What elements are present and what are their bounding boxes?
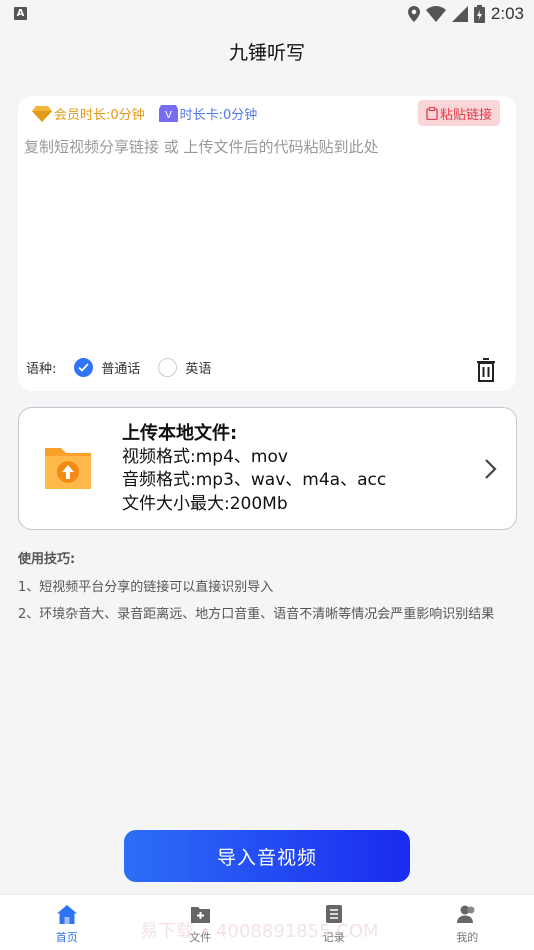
tab-label: 文件 <box>189 931 212 944</box>
radio-checked-icon <box>74 358 94 377</box>
wifi-icon <box>425 6 446 22</box>
bottom-tab-bar: 首页 文件 记录 我的 <box>0 894 534 950</box>
card-duration-text: 时长卡:0分钟 <box>179 108 258 123</box>
clock: 2:03 <box>490 4 524 23</box>
upload-local-file-card[interactable]: 上传本地文件: 视频格式:mp4、mov 音频格式:mp3、wav、m4a、ac… <box>18 407 517 530</box>
tip-item: 1、短视频平台分享的链接可以直接识别导入 <box>18 580 274 595</box>
card-duration-badge: V 时长卡:0分钟 <box>158 104 258 123</box>
tab-files[interactable]: 文件 <box>134 895 268 950</box>
link-textarea[interactable] <box>24 136 494 336</box>
audio-formats: 音频格式:mp3、wav、m4a、acc <box>122 470 387 490</box>
upload-title: 上传本地文件: <box>122 423 238 444</box>
file-icon <box>190 907 210 923</box>
record-icon <box>325 905 342 923</box>
video-formats: 视频格式:mp4、mov <box>122 446 288 467</box>
tab-label: 首页 <box>55 931 78 944</box>
tab-label: 记录 <box>322 931 345 944</box>
location-icon <box>407 6 420 22</box>
language-option-label: 英语 <box>185 362 212 377</box>
usage-tips: 使用技巧: 1、短视频平台分享的链接可以直接识别导入 2、环境杂音大、录音距离远… <box>18 548 494 633</box>
language-option-english[interactable]: 英语 <box>158 358 211 377</box>
language-label: 语种: <box>26 362 57 377</box>
signal-icon <box>451 6 468 22</box>
language-option-label: 普通话 <box>101 362 141 377</box>
radio-unchecked-icon <box>158 358 178 377</box>
tips-title: 使用技巧: <box>18 552 76 567</box>
tab-home[interactable]: 首页 <box>0 895 134 950</box>
page-title: 九锤听写 <box>228 42 305 64</box>
status-bar: A 2:03 <box>0 0 534 28</box>
max-file-size: 文件大小最大:200Mb <box>122 493 288 514</box>
vip-duration-badge: 会员时长:0分钟 <box>32 104 145 123</box>
clipboard-icon <box>426 106 438 120</box>
battery-icon <box>473 5 485 23</box>
paste-link-label: 粘贴链接 <box>439 107 492 123</box>
time-card-icon: V <box>158 105 178 122</box>
language-option-mandarin[interactable]: 普通话 <box>74 358 140 377</box>
link-input-card: 会员时长:0分钟 V 时长卡:0分钟 粘贴链接 语种: 普通话 英语 <box>18 96 516 391</box>
tip-item: 2、环境杂音大、录音距离远、地方口音重、语音不清晰等情况会严重影响识别结果 <box>18 607 495 622</box>
paste-link-button[interactable]: 粘贴链接 <box>417 100 500 126</box>
tab-label: 我的 <box>456 931 479 944</box>
profile-icon <box>457 905 475 923</box>
chevron-right-icon <box>485 459 497 479</box>
trash-icon <box>477 358 495 382</box>
diamond-icon <box>32 105 52 122</box>
clear-text-button[interactable] <box>476 358 496 386</box>
notification-icon: A <box>14 7 27 20</box>
vip-duration-text: 会员时长:0分钟 <box>54 108 145 123</box>
tab-records[interactable]: 记录 <box>267 895 401 950</box>
upload-folder-icon <box>45 448 91 489</box>
import-media-button[interactable]: 导入音视频 <box>124 830 410 882</box>
home-icon <box>56 904 77 924</box>
svg-text:V: V <box>165 110 172 121</box>
tab-profile[interactable]: 我的 <box>401 895 534 950</box>
language-selector: 语种: 普通话 英语 <box>26 358 229 377</box>
